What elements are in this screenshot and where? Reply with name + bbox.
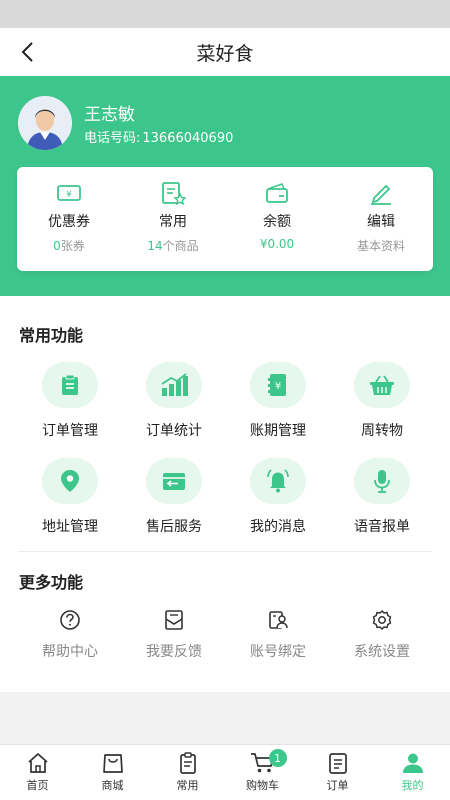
favorite-list-icon	[162, 182, 186, 205]
more-label: 我要反馈	[146, 644, 202, 660]
feedback-icon	[165, 610, 183, 630]
stat-unit: 基本资料	[356, 239, 405, 253]
status-bar	[0, 0, 450, 28]
more-functions-grid: 帮助中心 我要反馈 账号绑定 系统设置	[18, 609, 434, 661]
func-label: 地址管理	[42, 519, 98, 535]
func-voice-order[interactable]: 语音报单	[330, 458, 434, 536]
stats-card: ¥ 优惠券 0张券 常用 14个商品 余额 ¥0.00 编辑 基本资料	[17, 167, 433, 271]
func-label: 售后服务	[146, 519, 202, 535]
page-title: 菜好食	[196, 42, 254, 65]
more-label: 账号绑定	[250, 644, 306, 660]
tab-mall[interactable]: 商城	[75, 745, 150, 800]
phone-label: 电话号码:	[84, 131, 141, 146]
section-divider	[18, 551, 432, 552]
avatar-icon	[18, 96, 72, 150]
more-system-settings[interactable]: 系统设置	[330, 609, 434, 661]
microphone-icon	[374, 470, 390, 493]
phone-number: 13666040690	[142, 131, 234, 146]
clipboard-icon	[62, 374, 78, 395]
stat-label: 优惠券	[48, 214, 90, 230]
svg-text:¥: ¥	[66, 190, 72, 200]
stat-balance[interactable]: 余额 ¥0.00	[225, 167, 329, 271]
func-label: 我的消息	[250, 519, 306, 535]
func-turnover-goods[interactable]: 周转物	[330, 362, 434, 440]
clipboard-icon	[179, 752, 196, 774]
tab-mine[interactable]: 我的	[375, 745, 450, 800]
tab-label: 商城	[101, 779, 124, 792]
stat-value: 14	[147, 239, 163, 253]
tab-label: 订单	[326, 779, 349, 792]
stat-unit: 个商品	[162, 239, 199, 253]
more-label: 系统设置	[354, 644, 410, 660]
account-bind-icon	[269, 611, 288, 629]
stat-unit: 张券	[60, 239, 85, 253]
wallet-icon	[266, 182, 288, 203]
tab-home[interactable]: 首页	[0, 745, 75, 800]
functions-panel: 常用功能 订单管理 订单统计 ¥ 账期管理 周转物 地址管理 售后服务 我的消息…	[0, 296, 450, 692]
nav-bar: 菜好食	[0, 28, 450, 76]
func-label: 订单管理	[42, 423, 98, 439]
chart-icon	[161, 373, 188, 396]
more-feedback[interactable]: 我要反馈	[122, 609, 226, 661]
stat-label: 常用	[159, 214, 187, 230]
bell-icon	[267, 469, 289, 493]
func-after-sales[interactable]: 售后服务	[122, 458, 226, 536]
stat-coupon[interactable]: ¥ 优惠券 0张券	[17, 167, 121, 271]
more-help-center[interactable]: 帮助中心	[18, 609, 122, 661]
stat-value: ¥0.00	[259, 237, 295, 251]
tab-label: 购物车	[246, 779, 279, 792]
tab-label: 我的	[401, 779, 424, 792]
avatar[interactable]	[18, 96, 72, 150]
stat-favorites[interactable]: 常用 14个商品	[121, 167, 225, 271]
help-icon	[60, 610, 80, 630]
home-icon	[27, 752, 48, 773]
user-phone: 电话号码: 13666040690	[84, 127, 233, 146]
tab-cart[interactable]: 1 购物车	[225, 745, 300, 800]
more-functions-title: 更多功能	[19, 573, 84, 592]
user-icon	[402, 753, 423, 773]
func-label: 账期管理	[250, 423, 306, 439]
func-label: 订单统计	[146, 423, 202, 439]
stat-value: 0	[53, 239, 61, 253]
common-functions-grid: 订单管理 订单统计 ¥ 账期管理 周转物 地址管理 售后服务 我的消息 语音报单	[18, 362, 434, 536]
shopping-bag-icon	[102, 754, 123, 773]
chevron-left-icon	[21, 42, 33, 62]
bottom-tab-bar: 首页 商城 常用 1 购物车 订单 我的	[0, 744, 450, 800]
tab-common[interactable]: 常用	[150, 745, 225, 800]
stat-label: 余额	[263, 214, 291, 230]
ledger-icon: ¥	[268, 374, 286, 396]
func-label: 周转物	[361, 423, 403, 439]
stat-edit-profile[interactable]: 编辑 基本资料	[329, 167, 433, 271]
svg-text:¥: ¥	[275, 381, 281, 392]
profile-header: 王志敏 电话号码: 13666040690 ¥ 优惠券 0张券 常用 14个商品 …	[0, 76, 450, 296]
tab-label: 常用	[176, 779, 199, 792]
settings-icon	[372, 610, 392, 630]
func-label: 语音报单	[354, 519, 410, 535]
more-label: 帮助中心	[42, 644, 98, 660]
func-order-statistics[interactable]: 订单统计	[122, 362, 226, 440]
return-box-icon	[163, 473, 185, 490]
user-name: 王志敏	[84, 105, 135, 125]
tab-label: 首页	[26, 779, 49, 792]
stat-label: 编辑	[367, 214, 395, 230]
func-order-management[interactable]: 订单管理	[18, 362, 122, 440]
cart-badge: 1	[268, 749, 287, 767]
func-my-messages[interactable]: 我的消息	[226, 458, 330, 536]
tab-orders[interactable]: 订单	[300, 745, 375, 800]
func-billing-period[interactable]: ¥ 账期管理	[226, 362, 330, 440]
basket-icon	[370, 375, 394, 395]
coupon-icon: ¥	[57, 185, 81, 201]
more-account-binding[interactable]: 账号绑定	[226, 609, 330, 661]
edit-pencil-icon	[371, 184, 391, 205]
func-address-management[interactable]: 地址管理	[18, 458, 122, 536]
order-list-icon	[328, 753, 347, 774]
location-pin-icon	[61, 470, 79, 492]
back-button[interactable]	[14, 38, 42, 66]
common-functions-title: 常用功能	[19, 326, 84, 345]
